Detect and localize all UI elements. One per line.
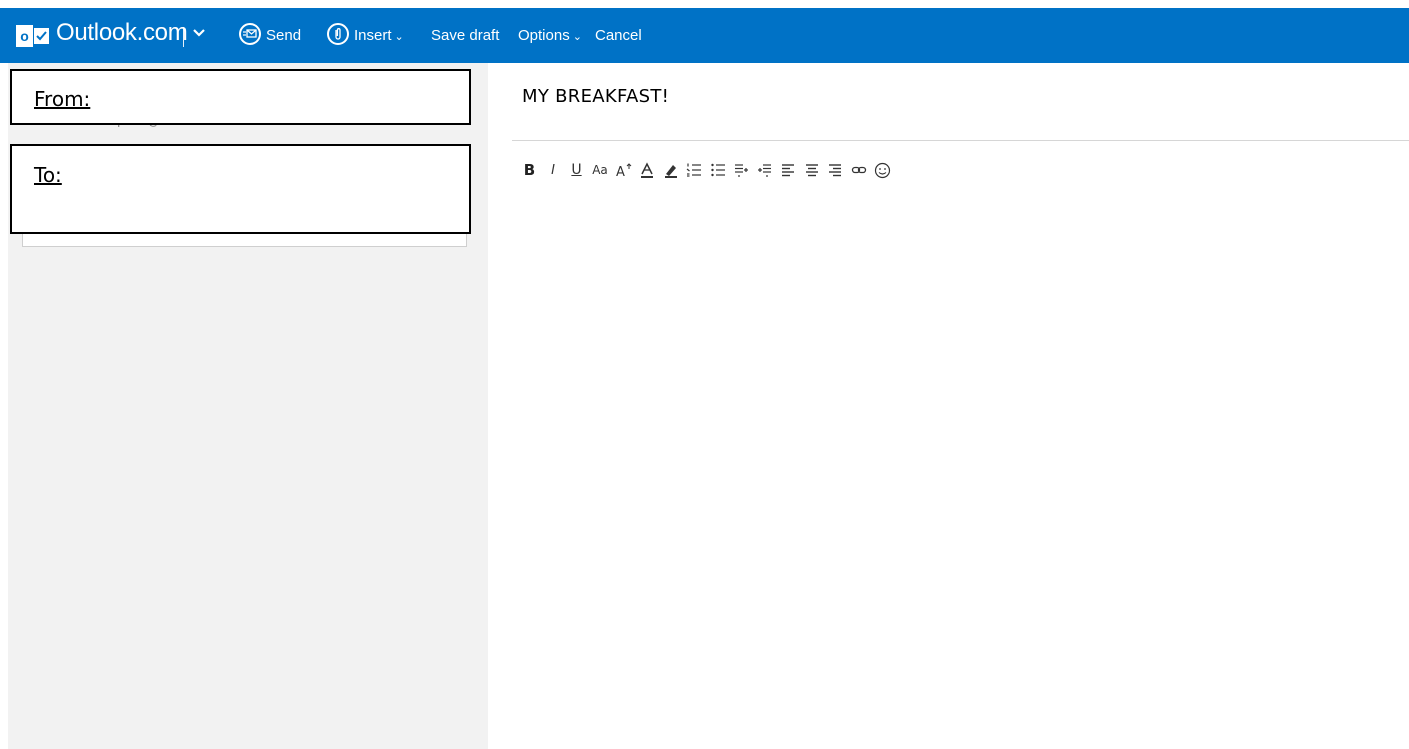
- send-icon[interactable]: [239, 23, 261, 45]
- emoticon-icon[interactable]: [871, 158, 894, 182]
- font-size-icon[interactable]: Aa: [589, 158, 612, 182]
- to-field[interactable]: To:: [10, 144, 471, 234]
- from-label: From:: [34, 87, 91, 111]
- chevron-down-icon: ⌄: [572, 31, 582, 43]
- align-left-icon[interactable]: [777, 158, 800, 182]
- numbered-list-icon[interactable]: [683, 158, 706, 182]
- align-right-icon[interactable]: [824, 158, 847, 182]
- increase-indent-icon[interactable]: [753, 158, 776, 182]
- chevron-down-icon[interactable]: [193, 25, 205, 43]
- formatting-toolbar: B I U Aa A: [518, 158, 894, 182]
- bold-icon[interactable]: B: [518, 158, 541, 182]
- top-gap: [0, 0, 1409, 8]
- subject-field[interactable]: MY BREAKFAST!: [522, 86, 669, 107]
- outlook-logo-icon[interactable]: o: [16, 25, 49, 47]
- highlight-icon[interactable]: [659, 158, 682, 182]
- to-label: To:: [34, 163, 62, 187]
- from-field[interactable]: From:: [10, 69, 471, 125]
- logo-letter: o: [16, 25, 33, 47]
- logo-envelope: [34, 28, 49, 44]
- link-icon[interactable]: [847, 158, 870, 182]
- insert-button[interactable]: Insert ⌄: [354, 27, 404, 44]
- brand-name[interactable]: Outlook.com: [56, 19, 188, 47]
- cancel-button[interactable]: Cancel: [595, 27, 642, 44]
- subject-divider: [512, 140, 1409, 141]
- italic-icon[interactable]: I: [542, 158, 565, 182]
- grow-font-icon[interactable]: A: [612, 158, 635, 182]
- to-input-underlay: [22, 232, 467, 247]
- brand-separator: [183, 27, 184, 47]
- decrease-indent-icon[interactable]: [730, 158, 753, 182]
- bullet-list-icon[interactable]: [706, 158, 729, 182]
- options-label: Options: [518, 27, 570, 44]
- send-button[interactable]: Send: [266, 27, 301, 44]
- top-bar: o Outlook.com Send Insert ⌄ Save draft Op…: [0, 8, 1409, 63]
- svg-text:A: A: [616, 165, 625, 178]
- save-draft-button[interactable]: Save draft: [431, 27, 499, 44]
- chevron-down-icon: ⌄: [394, 31, 404, 43]
- paperclip-icon[interactable]: [327, 23, 349, 45]
- underline-icon[interactable]: U: [565, 158, 588, 182]
- align-center-icon[interactable]: [800, 158, 823, 182]
- options-button[interactable]: Options ⌄: [518, 27, 582, 44]
- font-color-icon[interactable]: [636, 158, 659, 182]
- insert-label: Insert: [354, 27, 392, 44]
